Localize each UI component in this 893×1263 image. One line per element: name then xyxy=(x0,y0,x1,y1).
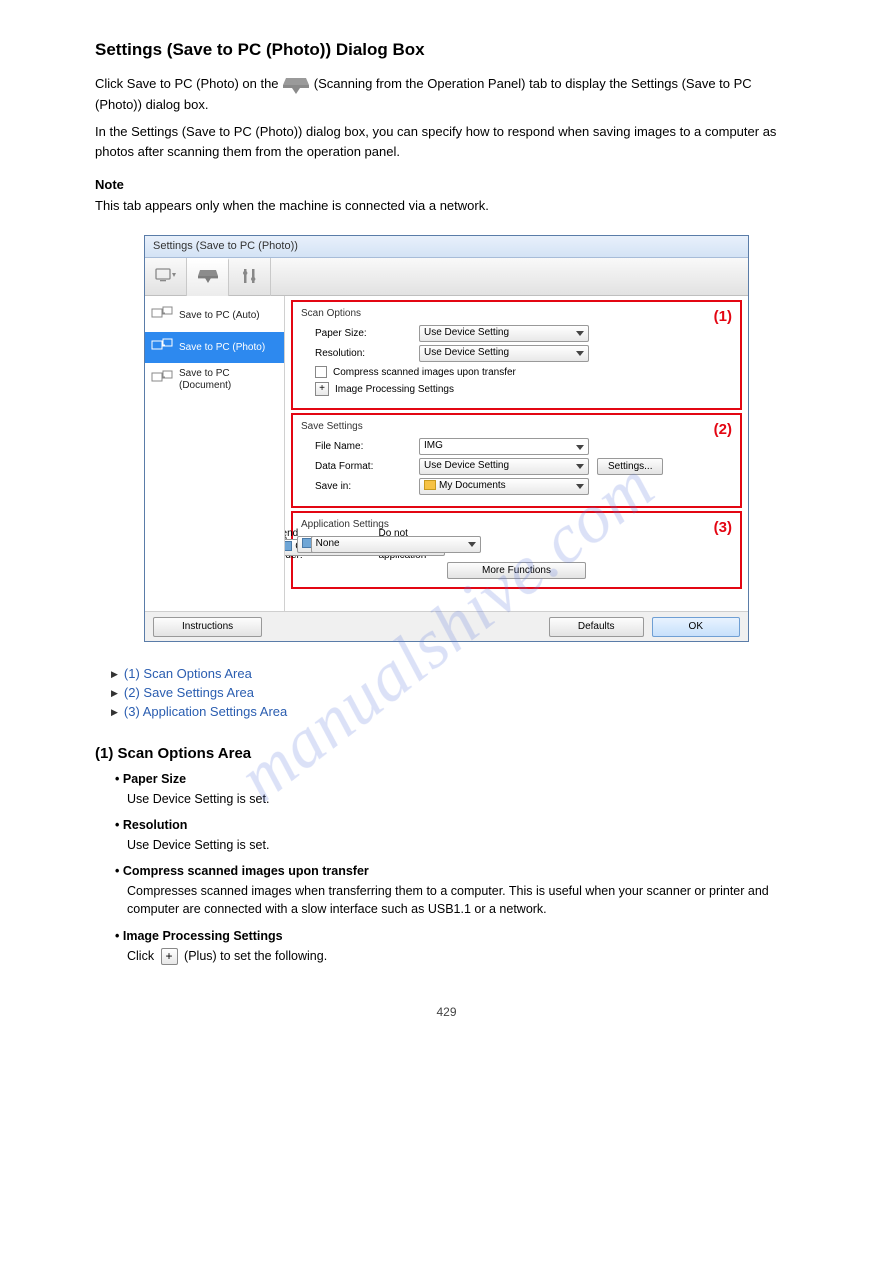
app-icon xyxy=(285,541,292,551)
paper-size-option-name: • Paper Size xyxy=(115,772,798,786)
compress-option-desc: Compresses scanned images when transferr… xyxy=(127,882,798,918)
ok-button[interactable]: OK xyxy=(652,617,740,637)
intro-pre: Click Save to PC (Photo) on the xyxy=(95,76,282,91)
file-name-input[interactable]: IMG xyxy=(419,438,589,455)
more-functions-button[interactable]: More Functions xyxy=(447,562,586,579)
tab-general-settings[interactable] xyxy=(229,258,271,296)
ips-option-desc: Click + (Plus) to set the following. xyxy=(127,947,798,965)
save-in-label: Save in: xyxy=(301,481,411,492)
application-settings-section: (3) Application Settings Open with an ap… xyxy=(291,511,742,589)
section-number-1: (1) xyxy=(714,308,732,325)
dialog-toolbar xyxy=(145,258,748,296)
resolution-option-desc: Use Device Setting is set. xyxy=(127,836,798,854)
link-save-settings-area[interactable]: (2) Save Settings Area xyxy=(124,685,254,700)
instructions-button[interactable]: Instructions xyxy=(153,617,262,637)
scan-options-title: Scan Options xyxy=(301,308,732,319)
data-format-label: Data Format: xyxy=(301,461,411,472)
link-application-settings-area[interactable]: (3) Application Settings Area xyxy=(124,704,287,719)
sidebar-item-auto[interactable]: Save to PC (Auto) xyxy=(145,300,284,332)
paper-size-label: Paper Size: xyxy=(301,328,411,339)
expand-image-processing-button[interactable]: + xyxy=(315,382,329,396)
file-name-label: File Name: xyxy=(301,441,411,452)
dialog-titlebar: Settings (Save to PC (Photo)) xyxy=(145,236,748,258)
tab-scan-from-computer[interactable] xyxy=(145,258,187,296)
section-links-list: (1) Scan Options Area (2) Save Settings … xyxy=(95,666,798,719)
resolution-label: Resolution: xyxy=(301,348,411,359)
link-scan-options-area[interactable]: (1) Scan Options Area xyxy=(124,666,252,681)
folder-icon xyxy=(424,480,436,490)
dialog-sidebar: Save to PC (Auto) Save to PC (Photo) Sav… xyxy=(145,296,285,611)
ips-option-name: • Image Processing Settings xyxy=(115,929,798,943)
image-processing-settings-label: Image Processing Settings xyxy=(335,384,454,395)
dialog-main-panel: (1) Scan Options Paper Size: Use Device … xyxy=(285,296,748,611)
save-in-dropdown[interactable]: My Documents xyxy=(419,478,589,495)
intro-paragraph: Click Save to PC (Photo) on the (Scannin… xyxy=(95,74,798,114)
ips-desc-post: (Plus) to set the following. xyxy=(184,949,327,963)
data-format-dropdown[interactable]: Use Device Setting xyxy=(419,458,589,475)
resolution-option-name: • Resolution xyxy=(115,818,798,832)
data-format-settings-button[interactable]: Settings... xyxy=(597,458,663,475)
compress-option-name: • Compress scanned images upon transfer xyxy=(115,864,798,878)
sidebar-item-label: Save to PC (Photo) xyxy=(179,342,265,354)
sidebar-item-label: Save to PC (Document) xyxy=(179,368,278,391)
scanner-to-pc-icon xyxy=(151,337,173,359)
application-settings-title: Application Settings xyxy=(301,519,732,530)
second-paragraph: In the Settings (Save to PC (Photo)) dia… xyxy=(95,122,798,161)
tab-scan-from-operation-panel[interactable] xyxy=(187,258,229,296)
dialog-button-bar: Instructions Defaults OK xyxy=(145,611,748,641)
send-to-folder-dropdown[interactable]: None xyxy=(311,536,481,553)
defaults-button[interactable]: Defaults xyxy=(549,617,644,637)
save-in-value: My Documents xyxy=(439,480,506,491)
plus-icon: + xyxy=(161,948,178,965)
paper-size-option-desc: Use Device Setting is set. xyxy=(127,790,798,808)
monitor-icon xyxy=(155,267,177,288)
tools-icon xyxy=(239,267,261,288)
settings-dialog: Settings (Save to PC (Photo)) xyxy=(144,235,749,642)
sidebar-item-document[interactable]: Save to PC (Document) xyxy=(145,363,284,396)
ips-desc-pre: Click xyxy=(127,949,158,963)
scanner-to-pc-icon xyxy=(151,305,173,327)
compress-label: Compress scanned images upon transfer xyxy=(333,367,516,378)
section-number-3: (3) xyxy=(714,519,732,536)
paper-size-dropdown[interactable]: Use Device Setting xyxy=(419,325,589,342)
scan-options-section: (1) Scan Options Paper Size: Use Device … xyxy=(291,300,742,410)
page-number: 429 xyxy=(95,1005,798,1019)
sidebar-item-photo[interactable]: Save to PC (Photo) xyxy=(145,332,284,364)
save-settings-section: (2) Save Settings File Name: IMG Data Fo… xyxy=(291,413,742,508)
save-settings-title: Save Settings xyxy=(301,421,732,432)
page-title: Settings (Save to PC (Photo)) Dialog Box xyxy=(95,40,798,60)
note-body: This tab appears only when the machine i… xyxy=(95,198,798,213)
section-number-2: (2) xyxy=(714,421,732,438)
resolution-dropdown[interactable]: Use Device Setting xyxy=(419,345,589,362)
operation-panel-tab-icon xyxy=(282,75,310,95)
note-label: Note xyxy=(95,177,798,192)
scanner-to-pc-icon xyxy=(151,369,173,391)
compress-checkbox[interactable] xyxy=(315,366,327,378)
scan-options-area-heading: (1) Scan Options Area xyxy=(95,745,798,762)
sidebar-item-label: Save to PC (Auto) xyxy=(179,310,260,322)
operation-panel-icon xyxy=(197,268,219,289)
